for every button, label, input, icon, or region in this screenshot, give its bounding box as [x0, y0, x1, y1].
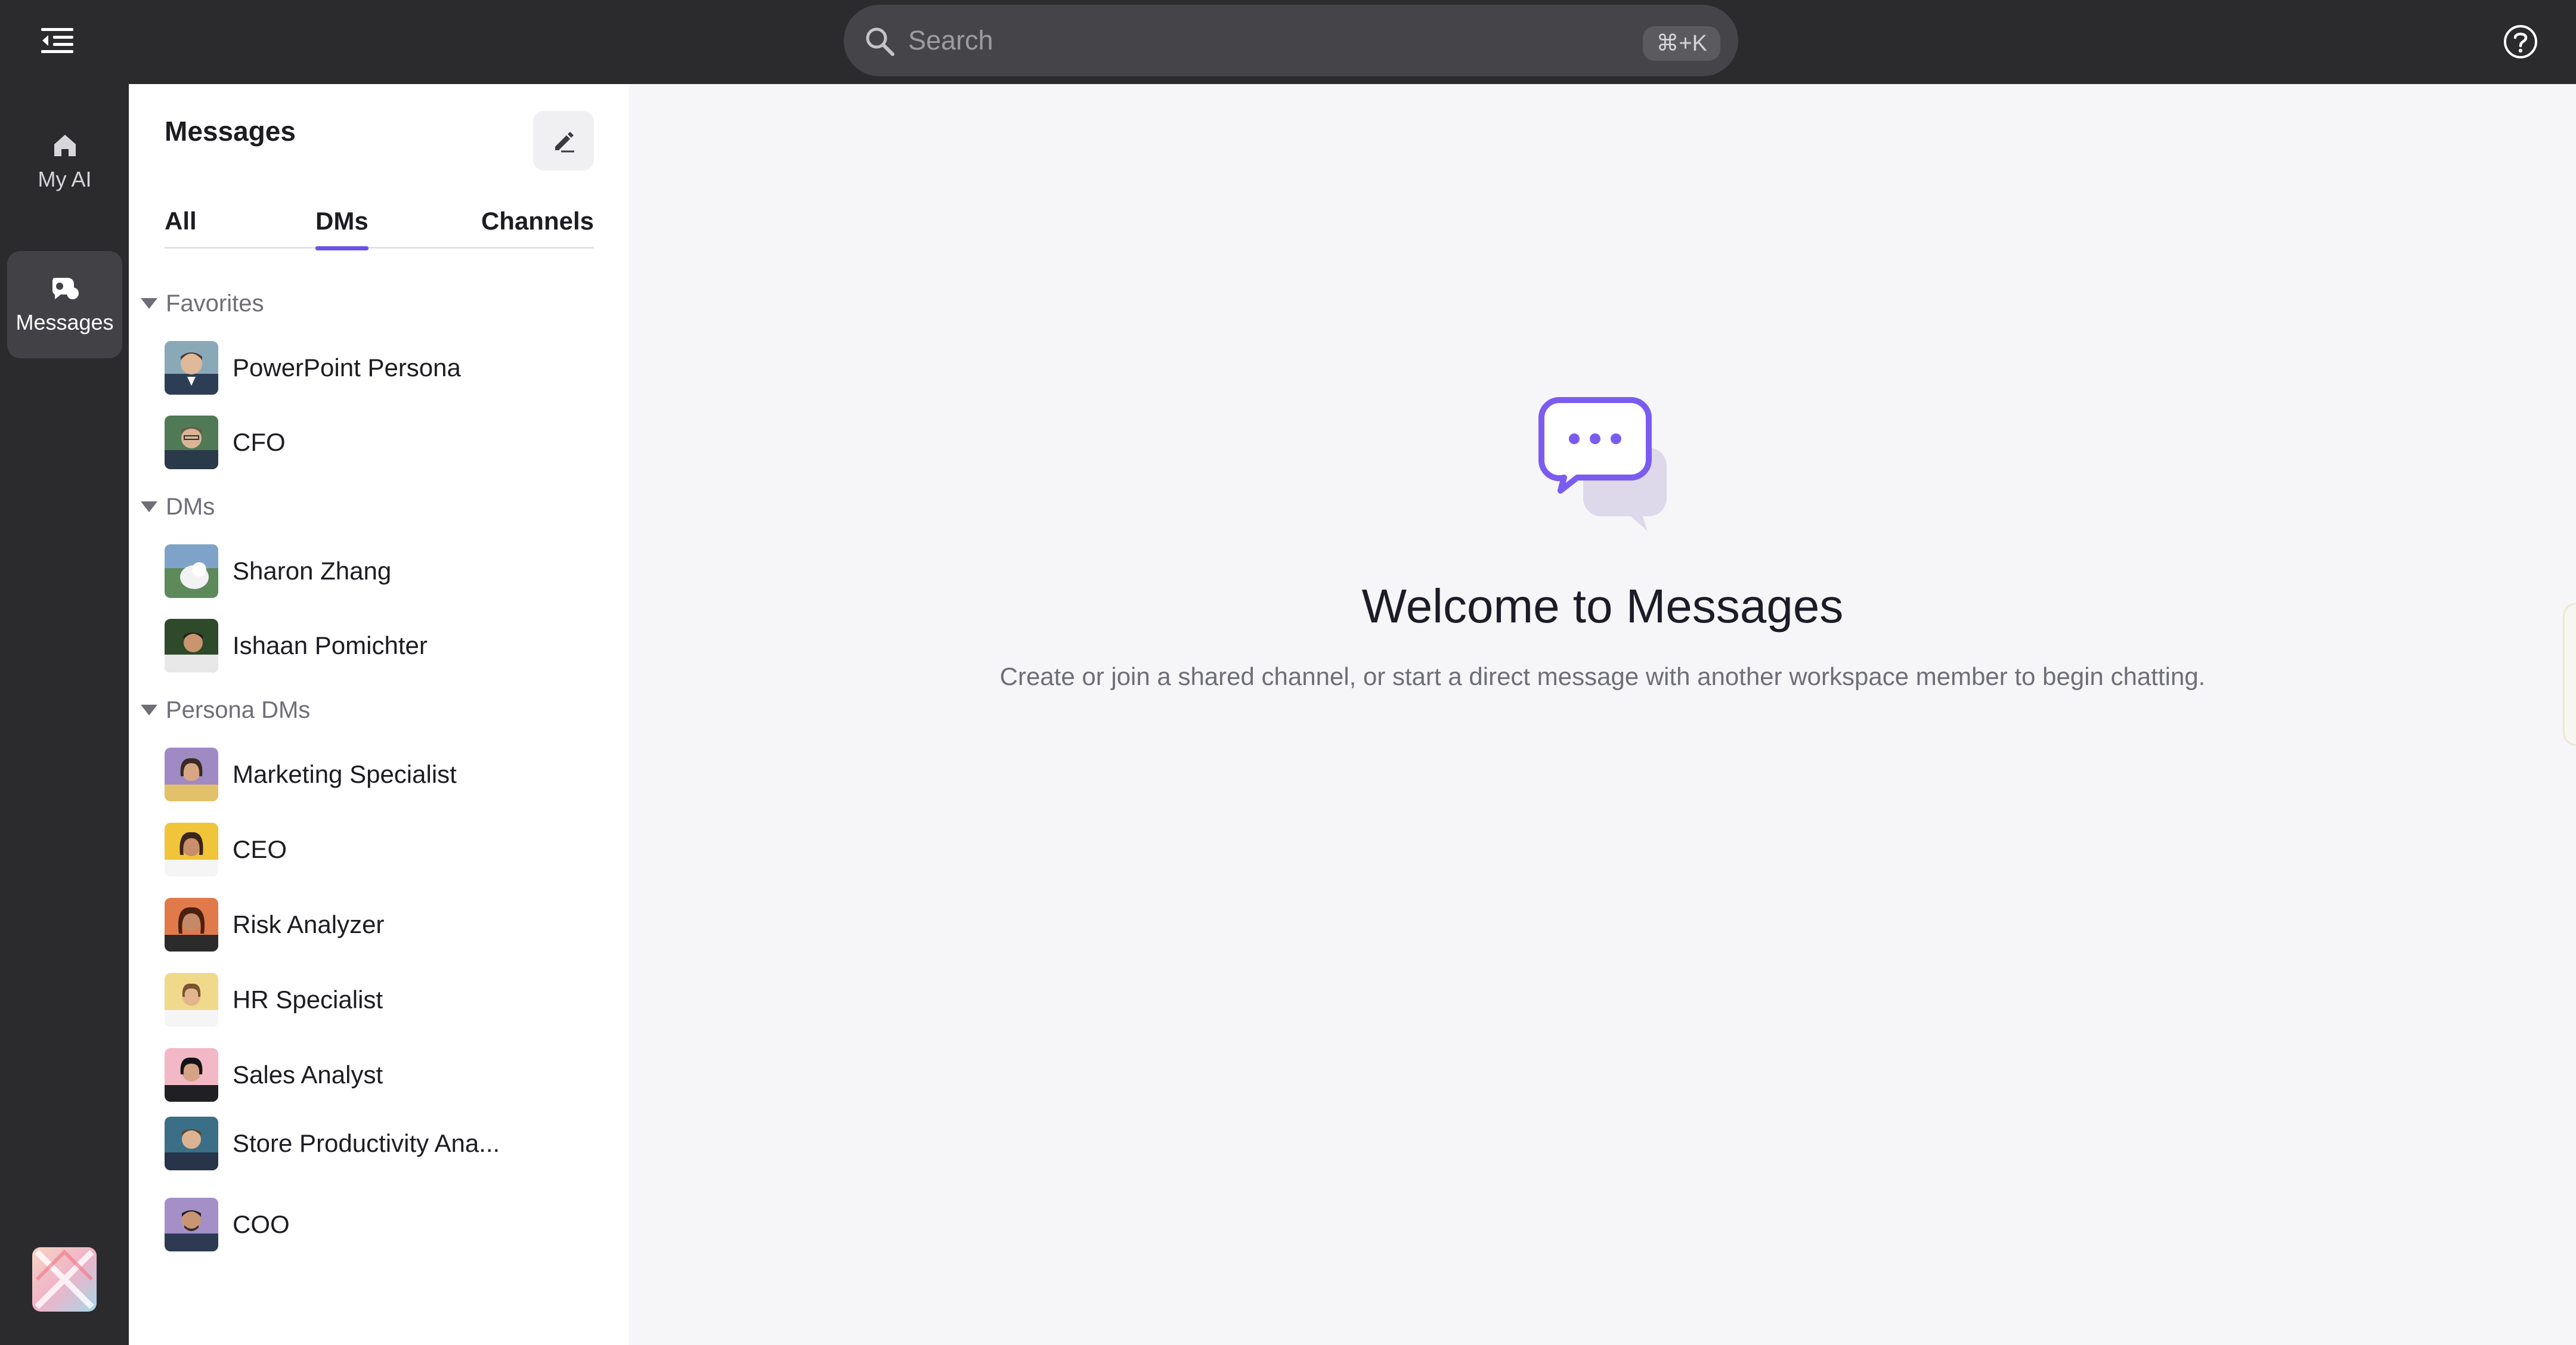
contact-name: Risk Analyzer	[233, 910, 385, 938]
caret-down-icon	[141, 298, 157, 309]
welcome-title: Welcome to Messages	[1361, 579, 1844, 633]
tab-dms[interactable]: DMs	[315, 197, 369, 250]
tab-channels[interactable]: Channels	[481, 197, 594, 249]
search-icon	[866, 27, 894, 56]
contact-name: CEO	[233, 835, 287, 863]
contact-name: Sales Analyst	[233, 1061, 383, 1089]
rail-item-label: Messages	[16, 310, 114, 334]
contact-name: Sharon Zhang	[233, 557, 392, 585]
search-shortcut-badge: ⌘+K	[1643, 26, 1720, 61]
side-drawer-handle[interactable]	[2563, 603, 2576, 746]
caret-down-icon	[141, 705, 157, 715]
rail-item-my-ai[interactable]: My AI	[7, 108, 122, 215]
avatar	[165, 898, 218, 952]
help-button[interactable]	[2501, 23, 2540, 61]
home-icon	[54, 135, 76, 156]
contact-item[interactable]: HR Specialist	[165, 967, 594, 1033]
avatar	[165, 748, 218, 801]
contact-item[interactable]: COO	[165, 1192, 594, 1257]
section-title: Persona DMs	[166, 696, 311, 723]
contact-item[interactable]: Sharon Zhang	[165, 538, 594, 604]
message-tabs: All DMs Channels	[165, 197, 594, 250]
contact-item[interactable]: Risk Analyzer	[165, 892, 594, 957]
avatar	[165, 619, 218, 672]
contact-name: CFO	[233, 428, 286, 456]
contact-item[interactable]: CFO	[165, 410, 594, 475]
avatar	[165, 1198, 218, 1251]
menu-collapse-icon	[41, 28, 73, 53]
collapse-sidebar-button[interactable]	[33, 21, 81, 60]
contact-item[interactable]: Ishaan Pomichter	[165, 613, 594, 678]
avatar	[165, 973, 218, 1027]
avatar	[165, 341, 218, 395]
rail-item-messages[interactable]: Messages	[7, 251, 122, 358]
contact-name: Ishaan Pomichter	[233, 631, 428, 659]
section-title: Favorites	[166, 290, 264, 317]
contact-name: COO	[233, 1210, 290, 1238]
avatar	[165, 1117, 218, 1170]
section-dms[interactable]: DMs	[141, 489, 215, 525]
help-icon	[2504, 25, 2537, 58]
rail-item-label: My AI	[38, 167, 92, 191]
contact-name: Store Productivity Ana...	[233, 1129, 500, 1157]
contact-name: HR Specialist	[233, 985, 383, 1014]
avatar	[165, 416, 218, 469]
chat-bubbles-icon	[1538, 397, 1667, 531]
messages-icon	[52, 278, 79, 299]
contact-name: Marketing Specialist	[233, 760, 457, 788]
section-favorites[interactable]: Favorites	[141, 286, 264, 321]
app-logo[interactable]	[32, 1247, 97, 1312]
left-rail: My AI Messages	[0, 84, 129, 1345]
app-window: ⌘+K My AI Messages	[0, 0, 2576, 1345]
search-input[interactable]	[908, 17, 1576, 64]
avatar	[165, 544, 218, 598]
welcome-subtitle: Create or join a shared channel, or star…	[999, 662, 2206, 690]
compose-message-button[interactable]	[533, 111, 594, 171]
panel-title: Messages	[165, 116, 296, 147]
contact-name: PowerPoint Persona	[233, 354, 461, 382]
contact-item[interactable]: Store Productivity Ana...	[165, 1111, 594, 1176]
avatar	[165, 1048, 218, 1102]
section-title: DMs	[166, 493, 215, 520]
caret-down-icon	[141, 501, 157, 512]
contact-item[interactable]: CEO	[165, 817, 594, 882]
top-bar: ⌘+K	[0, 0, 2576, 84]
contact-item[interactable]: Sales Analyst	[165, 1042, 594, 1108]
main-content: Welcome to Messages Create or join a sha…	[629, 84, 2576, 1345]
contact-item[interactable]: PowerPoint Persona	[165, 335, 594, 401]
edit-icon	[555, 132, 574, 153]
logo-icon	[32, 1247, 97, 1312]
search-bar[interactable]: ⌘+K	[844, 5, 1738, 76]
tab-all[interactable]: All	[165, 197, 197, 249]
messages-panel: Messages All DMs Channels Favorites Powe…	[129, 84, 629, 1345]
avatar	[165, 823, 218, 876]
contact-item[interactable]: Marketing Specialist	[165, 742, 594, 807]
section-persona-dms[interactable]: Persona DMs	[141, 692, 310, 728]
